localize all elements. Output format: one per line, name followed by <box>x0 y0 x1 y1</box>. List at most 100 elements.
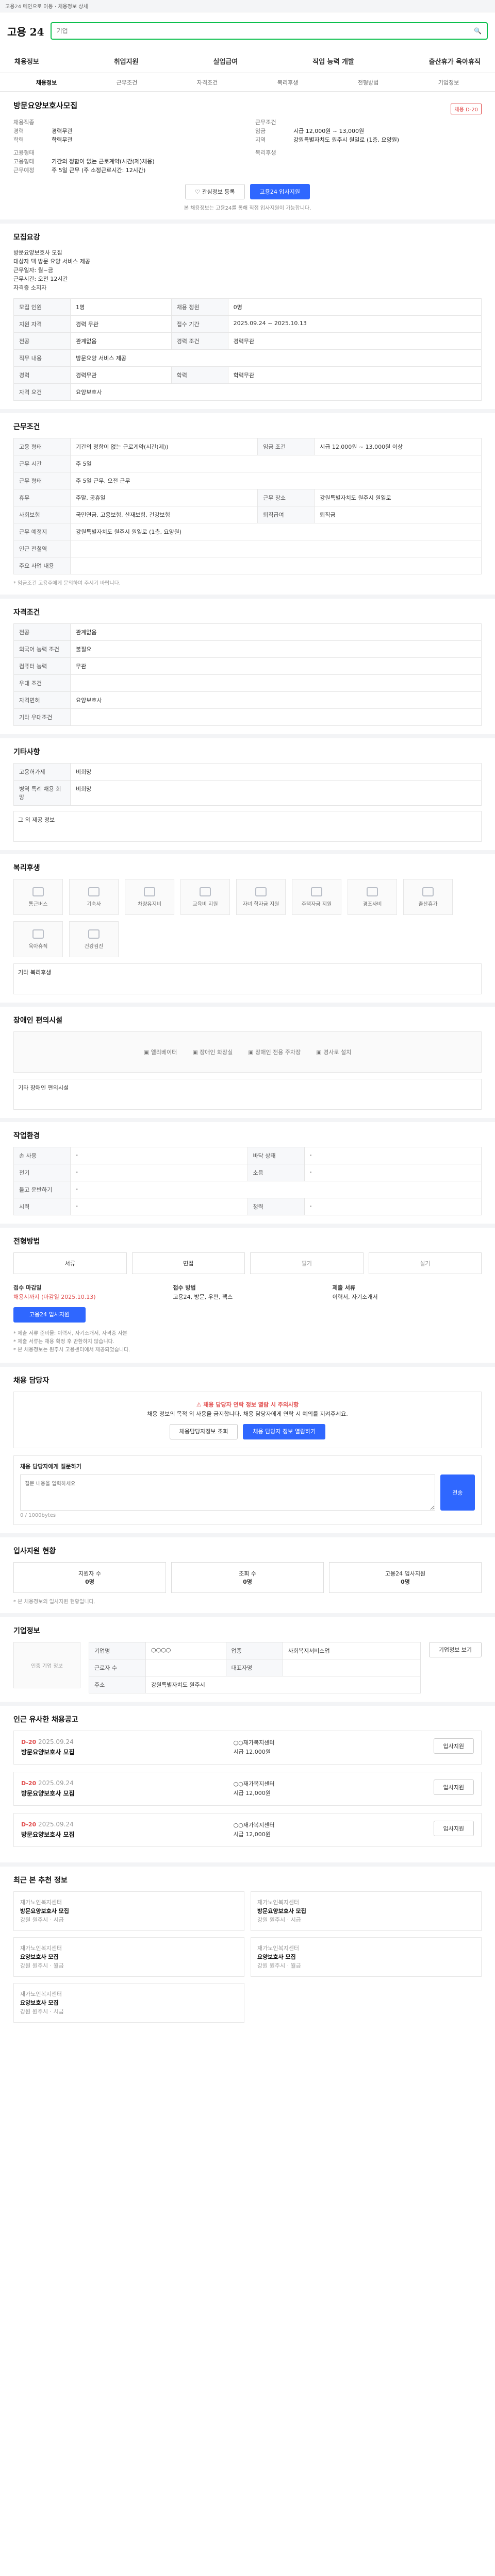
cell: 바닥 상태 <box>247 1147 305 1164</box>
label: 채용직종 <box>13 119 35 126</box>
cell: 주요 사업 내용 <box>13 557 71 574</box>
cell: 소음 <box>247 1164 305 1181</box>
tab-welfare[interactable]: 복리후생 <box>248 78 328 87</box>
cell: 우대 조건 <box>13 674 71 692</box>
cell: 고용허가제 <box>13 763 71 781</box>
cell: - <box>304 1164 482 1181</box>
cell: - <box>70 1198 248 1215</box>
card-title[interactable]: 방문요양보호사 모집 <box>257 1907 475 1916</box>
alert-icon: ⚠ <box>196 1401 204 1408</box>
meta: 강원 원주시 · 월급 <box>20 1962 64 1969</box>
selection-section: 전형방법 서류 면접 필기 실기 접수 마감일 채용시까지 (마감일 2025.1… <box>0 1228 495 1367</box>
card-title[interactable]: 요양보호사 모집 <box>257 1953 475 1961</box>
card-title[interactable]: 요양보호사 모집 <box>20 1953 238 1961</box>
welfare-item: 주택자금 지원 <box>292 879 341 915</box>
value: 학력무관 <box>52 137 73 143</box>
list-item[interactable]: D-20 2025.09.24 방문요양보호사 모집 ○○재가복지센터 시급 12,… <box>13 1772 482 1806</box>
nav-item-support[interactable]: 취업지원 <box>114 56 139 66</box>
cell: 사회보험 <box>13 506 71 523</box>
pay: 시급 12,000원 <box>233 1790 271 1797</box>
tab-selection[interactable]: 전형방법 <box>328 78 408 87</box>
meta: 강원 원주시 · 시급 <box>20 1917 64 1923</box>
table-row: 근무 형태 주 5일 근무, 오전 근무 <box>13 472 482 489</box>
date: 2025.09.24 <box>38 1821 74 1828</box>
nav-item-training[interactable]: 직업 능력 개발 <box>312 56 354 66</box>
tab-recruit[interactable]: 채용정보 <box>6 78 87 87</box>
table-row: 컴퓨터 능력 무관 <box>13 657 482 675</box>
contact-lookup-button[interactable]: 채용담당자정보 조회 <box>169 1424 238 1439</box>
dday-badge: 채용 D-20 <box>451 104 482 114</box>
recent-card[interactable]: 재가노인복지센터 방문요양보호사 모집 강원 원주시 · 시급 <box>13 1891 244 1931</box>
send-button[interactable]: 전송 <box>440 1475 475 1511</box>
nav-item-benefit[interactable]: 실업급여 <box>213 56 238 66</box>
desc-line: 방문요양보호사 모집 <box>13 249 62 256</box>
tab-company[interactable]: 기업정보 <box>408 78 489 87</box>
recent-card[interactable]: 재가노인복지센터 방문요양보호사 모집 강원 원주시 · 시급 <box>251 1891 482 1931</box>
cell: 경력무관 <box>70 366 172 384</box>
home-loan-icon <box>311 887 322 896</box>
cell: 요양보호사 <box>70 383 482 401</box>
card-title[interactable]: 방문요양보호사 모집 <box>20 1907 238 1916</box>
nav-item-leave[interactable]: 출산휴가 육아휴직 <box>429 56 481 66</box>
cell: 전공 <box>13 623 71 641</box>
list-apply-button[interactable]: 입사지원 <box>433 1821 474 1836</box>
section-title: 기업정보 <box>13 1627 40 1635</box>
recent-card[interactable]: 재가노인복지센터 요양보호사 모집 강원 원주시 · 월급 <box>13 1937 244 1977</box>
cell: 업종 <box>225 1642 283 1659</box>
nav-item-jobs[interactable]: 채용정보 <box>14 56 39 66</box>
inquiry-input[interactable] <box>20 1475 435 1511</box>
toilet-icon: ▣ 장애인 화장실 <box>192 1049 233 1056</box>
table-row: 병역 특례 채용 희망 비희망 <box>13 780 482 806</box>
apply-button-2[interactable]: 고용24 입사지원 <box>13 1307 86 1323</box>
list-apply-button[interactable]: 입사지원 <box>433 1738 474 1754</box>
tab-conditions[interactable]: 근무조건 <box>87 78 167 87</box>
table-row: 우대 조건 <box>13 674 482 692</box>
contact-view-button[interactable]: 채용 담당자 정보 열람하기 <box>243 1424 326 1439</box>
list-item[interactable]: D-20 2025.09.24 방문요양보호사 모집 ○○재가복지센터 시급 12,… <box>13 1813 482 1847</box>
table-row: 기업명 ○○○○ 업종 사회복지서비스업 <box>89 1642 421 1659</box>
table-row: 주요 사업 내용 <box>13 557 482 574</box>
search-icon[interactable]: 🔍 <box>474 27 482 35</box>
cell: 0명 <box>227 298 482 316</box>
cell: - <box>304 1147 482 1164</box>
tag: 재가노인복지센터 <box>20 1899 62 1906</box>
cell: 접수 기간 <box>171 315 228 333</box>
value: 기간의 정함이 없는 근로계약(시간(제)채용) <box>52 158 155 165</box>
main-nav: 채용정보 취업지원 실업급여 직업 능력 개발 출산휴가 육아휴직 <box>0 49 495 73</box>
company: ○○재가복지센터 <box>233 1781 275 1787</box>
recent-card[interactable]: 재가노인복지센터 요양보호사 모집 강원 원주시 · 시급 <box>13 1983 244 2023</box>
search-input[interactable] <box>56 27 474 35</box>
cell: 1명 <box>70 298 172 316</box>
list-apply-button[interactable]: 입사지원 <box>433 1780 474 1795</box>
elevator-icon: ▣ 엘리베이터 <box>143 1049 177 1056</box>
save-label: 관심정보 등록 <box>202 189 235 195</box>
save-button[interactable]: ♡ 관심정보 등록 <box>185 184 245 199</box>
company-info-button[interactable]: 기업정보 보기 <box>428 1642 482 1657</box>
matching-note: * 본 채용정보의 입사지원 현황입니다. <box>13 1599 95 1605</box>
desc-line: 자격증 소지자 <box>13 284 47 291</box>
logo[interactable]: 고용 24 <box>7 24 44 39</box>
cell: 직무 내용 <box>13 349 71 367</box>
job-link[interactable]: 방문요양보호사 모집 <box>21 1748 75 1756</box>
cell: 비희망 <box>70 780 482 806</box>
cell: 경력무관 <box>227 332 482 350</box>
apply-button[interactable]: 고용24 입사지원 <box>250 184 310 199</box>
cell: 컴퓨터 능력 <box>13 657 71 675</box>
apply-note: 본 채용정보는 고용24를 통해 직접 입사지원이 가능합니다. <box>184 206 311 211</box>
pay: 시급 12,000원 <box>233 1831 271 1838</box>
job-link[interactable]: 방문요양보호사 모집 <box>21 1789 75 1798</box>
recent-card[interactable]: 재가노인복지센터 요양보호사 모집 강원 원주시 · 월급 <box>251 1937 482 1977</box>
search-box[interactable]: 🔍 <box>50 22 488 40</box>
warning-title: ⚠ 채용 담당자 연락 정보 열람 시 주의사항 <box>22 1400 473 1410</box>
job-link[interactable]: 방문요양보호사 모집 <box>21 1830 75 1839</box>
conditions-note: * 임금조건 고용주에게 문의하여 주시기 바랍니다. <box>13 581 121 586</box>
welfare-label: 기숙사 <box>87 901 101 907</box>
qualification-section: 자격조건 전공 관계없음 외국어 능력 조건 불필요 컴퓨터 능력 무관 우대 조건 … <box>0 599 495 738</box>
value: 채용시까지 (마감일 2025.10.13) <box>13 1294 96 1300</box>
section-title: 최근 본 추천 정보 <box>13 1876 68 1885</box>
tab-qualification[interactable]: 자격조건 <box>167 78 248 87</box>
value: 경력무관 <box>52 128 73 134</box>
card-title[interactable]: 요양보호사 모집 <box>20 1998 238 2007</box>
cell: 근무 예정지 <box>13 523 71 540</box>
list-item[interactable]: D-20 2025.09.24 방문요양보호사 모집 ○○재가복지센터 시급 12,… <box>13 1731 482 1765</box>
